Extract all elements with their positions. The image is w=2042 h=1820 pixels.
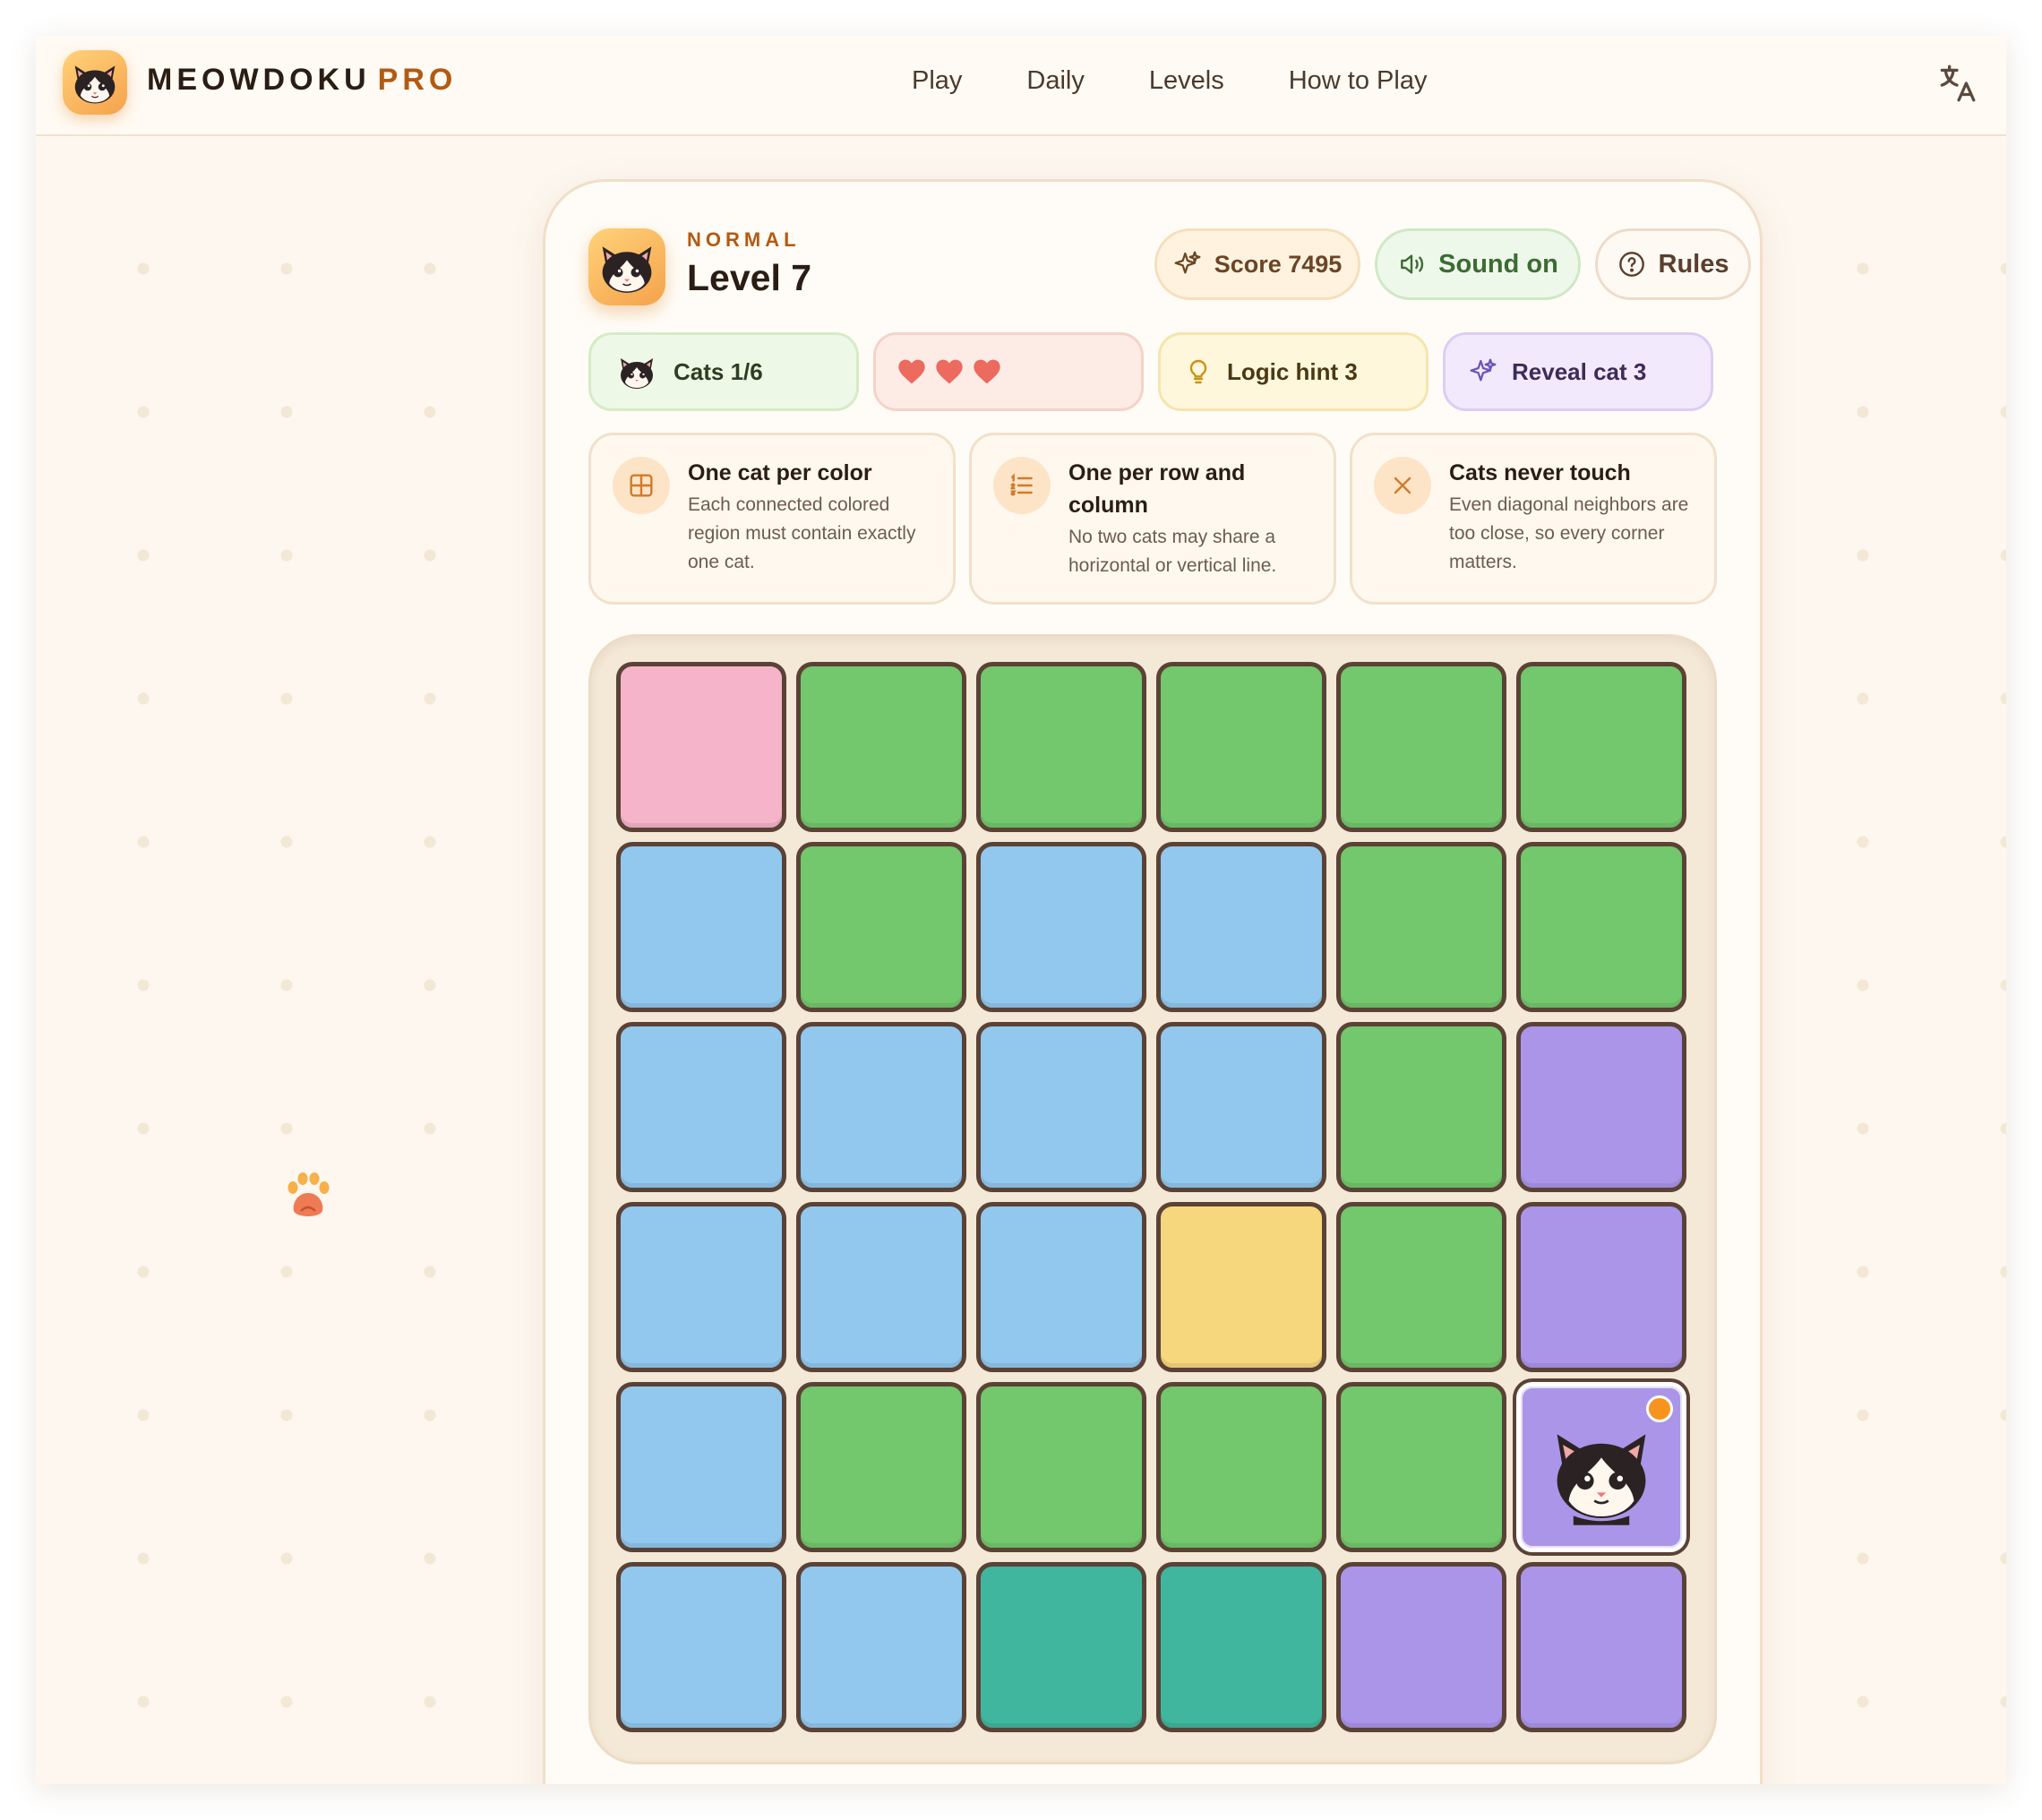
- rule-card-no-touch: Cats never touch Even diagonal neighbors…: [1350, 433, 1717, 605]
- board-cell[interactable]: [796, 842, 966, 1012]
- board-cell[interactable]: [796, 1562, 966, 1732]
- rule-badge: [993, 457, 1051, 514]
- board-cell[interactable]: [616, 1022, 786, 1192]
- heart-icon: [974, 359, 1000, 384]
- board-cell[interactable]: [616, 842, 786, 1012]
- difficulty-label: NORMAL: [687, 228, 801, 251]
- score-label: Score 7495: [1214, 250, 1343, 278]
- sound-label: Sound on: [1438, 249, 1558, 279]
- board-cell[interactable]: [976, 662, 1146, 832]
- rule-badge: [613, 457, 670, 514]
- sound-toggle[interactable]: Sound on: [1375, 228, 1581, 300]
- board-cell[interactable]: [1156, 662, 1326, 832]
- board-cell[interactable]: [1156, 1022, 1326, 1192]
- heart-icon: [898, 359, 925, 384]
- brand-logo[interactable]: [63, 50, 127, 115]
- rules-label: Rules: [1658, 249, 1729, 279]
- brand-suffix: PRO: [377, 63, 458, 97]
- board-cell[interactable]: [1156, 1562, 1326, 1732]
- board-cell[interactable]: [976, 1022, 1146, 1192]
- rule-description: Each connected colored region must conta…: [688, 494, 916, 572]
- list-icon: [1010, 473, 1033, 496]
- hint-dot: [1646, 1395, 1673, 1422]
- board-cell[interactable]: [1516, 1382, 1686, 1552]
- board-cell[interactable]: [1156, 842, 1326, 1012]
- nav-link-how-to-play[interactable]: How to Play: [1257, 61, 1460, 100]
- board-cell[interactable]: [796, 1022, 966, 1192]
- app-frame: MEOWDOKU PRO Play Daily Levels How to Pla…: [36, 36, 2006, 1784]
- nav-link-daily[interactable]: Daily: [994, 61, 1116, 100]
- board-cell[interactable]: [1156, 1382, 1326, 1552]
- board-cell[interactable]: [616, 1202, 786, 1372]
- cat-face-icon: [74, 65, 116, 104]
- lives-indicator: [873, 332, 1144, 411]
- board-cell[interactable]: [1336, 662, 1506, 832]
- reveal-cat-button[interactable]: Reveal cat 3: [1443, 332, 1713, 411]
- game-card: NORMAL Level 7 Score 7495 Sound on Rules: [543, 179, 1763, 1784]
- rule-title: One cat per color: [688, 460, 872, 485]
- brand-name: MEOWDOKU PRO: [147, 63, 457, 98]
- rule-title: Cats never touch: [1449, 460, 1631, 485]
- board-cell[interactable]: [976, 1202, 1146, 1372]
- board-cell[interactable]: [616, 1382, 786, 1552]
- board-cell[interactable]: [1336, 1202, 1506, 1372]
- score-button[interactable]: Score 7495: [1154, 228, 1360, 300]
- board-cell[interactable]: [1336, 1382, 1506, 1552]
- nav-link-levels[interactable]: Levels: [1117, 61, 1257, 100]
- board-cell[interactable]: [976, 1382, 1146, 1552]
- reveal-label: Reveal cat 3: [1512, 357, 1647, 385]
- puzzle-board: [588, 634, 1717, 1764]
- board-cell[interactable]: [976, 842, 1146, 1012]
- nav-links: Play Daily Levels How to Play: [912, 61, 1459, 100]
- board-cell[interactable]: [796, 1202, 966, 1372]
- board-cell[interactable]: [1336, 842, 1506, 1012]
- rule-description: Even diagonal neighbors are too close, s…: [1449, 494, 1689, 572]
- board-cell[interactable]: [1516, 1202, 1686, 1372]
- help-circle-icon: [1618, 252, 1644, 277]
- grid-icon: [630, 474, 653, 497]
- sparkle-icon: [1174, 251, 1201, 274]
- rule-card-row-column: One per row and column No two cats may s…: [969, 433, 1336, 605]
- level-avatar: [588, 228, 665, 305]
- logic-hint-button[interactable]: Logic hint 3: [1158, 332, 1429, 411]
- board-cell[interactable]: [796, 1382, 966, 1552]
- nav-link-play[interactable]: Play: [912, 61, 994, 100]
- board-cell[interactable]: [1156, 1202, 1326, 1372]
- rule-card-color: One cat per color Each connected colored…: [588, 433, 956, 605]
- close-icon: [1394, 476, 1411, 494]
- rule-badge: [1374, 457, 1431, 514]
- top-nav: MEOWDOKU PRO Play Daily Levels How to Pla…: [36, 36, 2006, 136]
- cat-face-icon: [621, 358, 653, 389]
- sparkle-icon: [1470, 358, 1497, 382]
- translate-icon[interactable]: [1935, 61, 1979, 106]
- level-title: Level 7: [687, 257, 812, 298]
- cat-face-icon: [602, 246, 652, 293]
- board-cell[interactable]: [976, 1562, 1146, 1732]
- board-cell[interactable]: [1336, 1562, 1506, 1732]
- cats-counter: Cats 1/6: [588, 332, 859, 411]
- board-cell[interactable]: [796, 662, 966, 832]
- speaker-icon: [1401, 254, 1424, 274]
- board-cell[interactable]: [616, 662, 786, 832]
- brand-text: MEOWDOKU: [147, 63, 371, 97]
- board-cell[interactable]: [1516, 662, 1686, 832]
- board-cell[interactable]: [1516, 842, 1686, 1012]
- board-cell[interactable]: [1336, 1022, 1506, 1192]
- heart-icon: [936, 359, 963, 384]
- cats-label: Cats 1/6: [674, 357, 763, 385]
- board-cell[interactable]: [616, 1562, 786, 1732]
- rule-title: One per row and column: [1068, 460, 1246, 518]
- cat-face-icon: [1557, 1434, 1646, 1525]
- board-cell[interactable]: [1516, 1022, 1686, 1192]
- paw-icon: [287, 1172, 330, 1216]
- hint-label: Logic hint 3: [1227, 357, 1358, 385]
- board-cell[interactable]: [1516, 1562, 1686, 1732]
- lightbulb-icon: [1189, 359, 1207, 384]
- rule-description: No two cats may share a horizontal or ve…: [1068, 527, 1277, 576]
- rules-button[interactable]: Rules: [1595, 228, 1751, 300]
